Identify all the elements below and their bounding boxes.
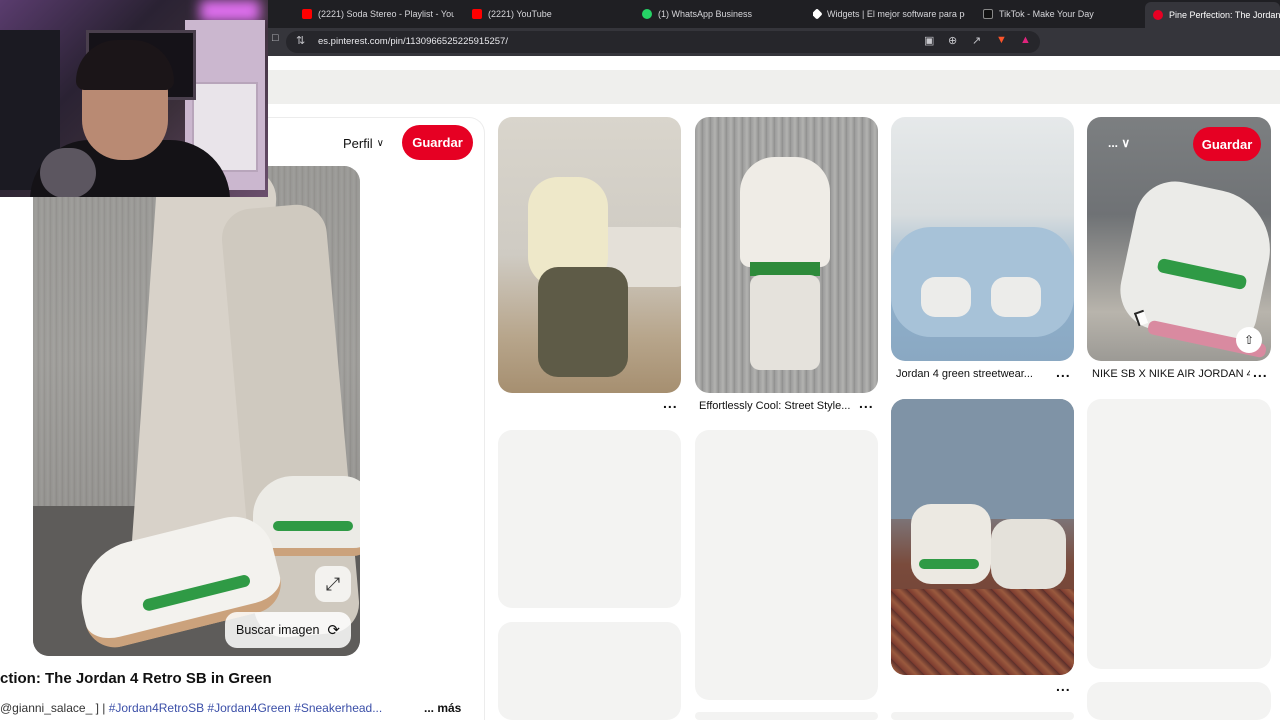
tiktok-icon xyxy=(983,9,993,19)
tab-title: (2221) YouTube xyxy=(488,9,552,19)
tab-title: Pine Perfection: The Jordan 4 xyxy=(1169,10,1280,20)
more-link[interactable]: ... más xyxy=(424,701,461,715)
youtube-icon xyxy=(302,9,312,19)
tab-whatsapp[interactable]: (1) WhatsApp Business xyxy=(642,4,792,24)
pin-card-label[interactable]: NIKE SB X NIKE AIR JORDAN 4... xyxy=(1092,368,1250,380)
pin-card-2[interactable] xyxy=(695,117,878,393)
pin-description: @gianni_salace_ ] | #Jordan4RetroSB #Jor… xyxy=(0,701,400,715)
webcam-overlay xyxy=(0,0,268,197)
brave-shield-icon[interactable]: ▼ xyxy=(996,34,1007,46)
tab-tiktok[interactable]: TikTok - Make Your Day xyxy=(983,4,1133,24)
youtube-icon xyxy=(472,9,482,19)
card-save-button[interactable]: Guardar xyxy=(1193,127,1261,161)
pin-card-placeholder xyxy=(498,622,681,720)
more-options-icon[interactable]: ... xyxy=(1056,364,1071,380)
save-button[interactable]: Guardar xyxy=(402,125,473,160)
visual-search-button[interactable]: Buscar imagen ⟳ xyxy=(225,612,351,648)
pinterest-icon xyxy=(1153,10,1163,20)
pin-card-5[interactable] xyxy=(891,399,1074,675)
pin-card-placeholder xyxy=(695,430,878,700)
screen: (2221) Soda Stereo - Playlist - YouTu (2… xyxy=(0,0,1280,720)
pin-hashtags[interactable]: #Jordan4RetroSB #Jordan4Green #Sneakerhe… xyxy=(109,701,383,715)
pin-card-placeholder xyxy=(1087,399,1271,669)
more-options-icon[interactable]: ... xyxy=(663,395,678,411)
expand-icon[interactable]: ⤢ xyxy=(315,566,351,602)
more-options-icon[interactable]: ... xyxy=(1253,364,1268,380)
pin-card-label[interactable]: Jordan 4 green streetwear... xyxy=(896,368,1041,380)
site-settings-icon[interactable]: ⇅ xyxy=(296,34,305,47)
profile-dropdown[interactable]: Perfil ∨ xyxy=(343,133,384,153)
zoom-icon[interactable]: ⊕ xyxy=(948,34,957,47)
pin-card-placeholder xyxy=(891,712,1074,720)
address-bar[interactable]: ⇅ es.pinterest.com/pin/11309665252259152… xyxy=(286,31,1040,53)
share-icon[interactable]: ⇧ xyxy=(1236,327,1262,353)
visual-search-label: Buscar imagen xyxy=(236,623,320,637)
tab-soda-stereo[interactable]: (2221) Soda Stereo - Playlist - YouTu xyxy=(302,4,454,24)
chevron-down-icon: ∨ xyxy=(1121,136,1131,150)
tab-title: Widgets | El mejor software para pot xyxy=(827,9,965,19)
tab-widgets[interactable]: Widgets | El mejor software para pot xyxy=(813,4,965,24)
lens-icon: ⟳ xyxy=(327,622,340,639)
bookmark-icon[interactable]: □ xyxy=(272,32,279,44)
pin-card-1[interactable] xyxy=(498,117,681,393)
tab-pinterest-active[interactable]: Pine Perfection: The Jordan 4 xyxy=(1145,2,1280,28)
pin-card-label[interactable]: Effortlessly Cool: Street Style... xyxy=(699,400,854,412)
pin-title: ction: The Jordan 4 Retro SB in Green xyxy=(0,670,272,687)
url-text: es.pinterest.com/pin/1130966525225915257… xyxy=(318,36,508,47)
pin-main-image[interactable] xyxy=(33,166,360,656)
chevron-down-icon: ∨ xyxy=(376,137,384,149)
tab-title: (1) WhatsApp Business xyxy=(658,9,753,19)
page-header-strip xyxy=(268,70,1280,104)
board-dropdown-label: ... xyxy=(1108,136,1119,150)
tab-title: TikTok - Make Your Day xyxy=(999,9,1094,19)
profile-label: Perfil xyxy=(343,135,373,151)
pin-card-placeholder xyxy=(1087,682,1271,720)
board-dropdown[interactable]: ... ∨ xyxy=(1108,136,1130,150)
tab-youtube[interactable]: (2221) YouTube xyxy=(472,4,622,24)
pin-card-3[interactable] xyxy=(891,117,1074,361)
more-options-icon[interactable]: ... xyxy=(859,395,874,411)
brave-rewards-icon[interactable]: ▲ xyxy=(1020,34,1031,46)
pin-description-text: @gianni_salace_ ] | xyxy=(0,701,109,715)
whatsapp-icon xyxy=(642,9,652,19)
pin-card-placeholder xyxy=(498,430,681,608)
share-icon[interactable]: ↗ xyxy=(972,34,981,47)
screen-icon[interactable]: ▣ xyxy=(924,34,934,47)
more-options-icon[interactable]: ... xyxy=(1056,678,1071,694)
pin-card-placeholder xyxy=(695,712,878,720)
widgets-icon xyxy=(813,8,823,20)
tab-title: (2221) Soda Stereo - Playlist - YouTu xyxy=(318,9,454,19)
